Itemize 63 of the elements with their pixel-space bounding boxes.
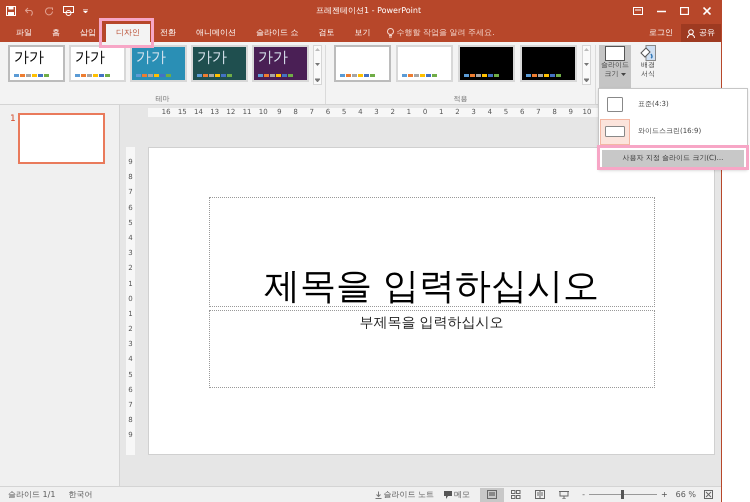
view-button[interactable] <box>480 488 504 502</box>
slide-number: 1 <box>10 113 16 126</box>
comment-icon <box>444 490 452 498</box>
gallery-scrollbar[interactable] <box>582 45 591 85</box>
comments-button[interactable]: 메모 <box>444 488 470 500</box>
zoom-out-button[interactable]: - <box>582 488 585 500</box>
title-placeholder[interactable]: 제목을 입력하십시오 <box>208 197 654 307</box>
theme-thumbnail[interactable] <box>458 45 515 82</box>
slide-thumbnail[interactable] <box>18 113 105 164</box>
save-icon[interactable] <box>6 6 16 16</box>
zoom-percentage: 66 % <box>676 488 696 500</box>
theme-thumbnail[interactable] <box>396 45 453 82</box>
theme-thumbnail[interactable]: 가가 <box>252 45 309 82</box>
paint-bucket-icon <box>640 45 656 61</box>
normal-view-icon <box>487 490 498 499</box>
window-title: 프레젠테이션1 - PowerPoint <box>316 5 422 17</box>
ribbon-tab[interactable]: 홈 <box>42 24 70 42</box>
lightbulb-icon <box>386 28 394 38</box>
ribbon-tab[interactable]: 디자인 <box>106 24 150 42</box>
caret-icon <box>620 73 626 76</box>
theme-thumbnail[interactable] <box>334 45 391 82</box>
theme-thumbnail[interactable]: 가가 <box>191 45 248 82</box>
square-slide-icon <box>607 97 623 112</box>
theme-thumbnail[interactable]: 가가 <box>8 45 65 82</box>
maximize-icon[interactable] <box>680 7 689 15</box>
customize-icon[interactable] <box>83 9 88 13</box>
gallery-scrollbar[interactable] <box>313 45 322 85</box>
slide-icon <box>605 46 625 61</box>
presentation-icon[interactable] <box>63 6 74 16</box>
projector-icon <box>559 490 570 499</box>
person-icon <box>687 28 696 38</box>
ribbon-tab[interactable]: 애니메이션 <box>186 24 246 42</box>
ribbon-tab[interactable]: 검토 <box>308 24 345 42</box>
more-icon <box>315 78 320 82</box>
ribbon-tab[interactable]: 보기 <box>344 24 381 42</box>
ribbon-display-icon[interactable] <box>633 7 643 15</box>
book-icon <box>535 490 546 499</box>
ribbon-tab[interactable]: 전환 <box>150 24 186 42</box>
highlight-frame <box>99 18 154 48</box>
down-icon <box>584 63 589 66</box>
more-icon <box>584 78 589 82</box>
fit-to-window-icon[interactable] <box>704 490 713 499</box>
subtitle-placeholder[interactable]: 부제목을 입력하십시오 <box>208 310 654 388</box>
ribbon-tab[interactable]: 슬라이드 쇼 <box>246 24 309 42</box>
widescreen-icon <box>605 126 625 137</box>
theme-thumbnail[interactable] <box>520 45 577 82</box>
theme-thumbnail[interactable]: 가가 <box>69 45 126 82</box>
language-label: 한국어 <box>68 488 92 500</box>
sign-in-link[interactable]: 로그인 <box>641 24 681 42</box>
ribbon-tab[interactable]: 파일 <box>6 24 42 42</box>
tell-me-field[interactable]: 수행할 작업을 알려 주세요. <box>396 27 557 39</box>
ribbon-tab[interactable]: 삽입 <box>70 24 106 42</box>
slide-counter: 슬라이드 1/1 <box>8 488 56 500</box>
down-icon <box>315 63 320 66</box>
close-icon[interactable] <box>703 7 711 15</box>
zoom-in-button[interactable]: + <box>660 488 668 500</box>
zoom-slider-thumb[interactable] <box>621 490 624 499</box>
up-icon <box>315 48 320 51</box>
grid-icon <box>511 490 522 499</box>
share-button[interactable]: 공유 <box>681 24 721 42</box>
notes-icon <box>374 490 382 498</box>
up-icon <box>584 48 589 51</box>
notes-button[interactable]: 슬라이드 노트 <box>374 488 434 500</box>
